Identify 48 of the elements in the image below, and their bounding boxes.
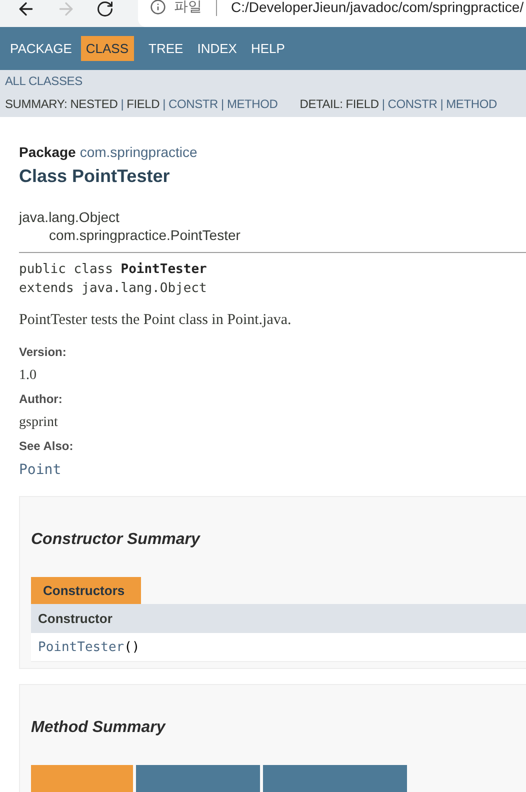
- nav-tab[interactable]: PACKAGE: [5, 36, 77, 61]
- nav-label: NESTED: [70, 97, 118, 111]
- separator: |: [440, 97, 444, 111]
- package-link[interactable]: com.springpractice: [80, 144, 198, 160]
- extends-clause: extends java.lang.Object: [19, 280, 208, 298]
- table-tab[interactable]: [263, 765, 407, 792]
- table-tab[interactable]: Constructors: [31, 577, 141, 604]
- nav-link[interactable]: CONSTR: [168, 97, 218, 111]
- scheme-label: 파일: [174, 0, 202, 16]
- see-also-link[interactable]: Point: [19, 462, 526, 478]
- all-classes-link[interactable]: ALL CLASSES: [5, 74, 521, 88]
- nav-label: SUMMARY:: [5, 97, 68, 111]
- nav-link[interactable]: METHOD: [446, 97, 497, 111]
- separator: |: [221, 97, 224, 111]
- reload-button[interactable]: [96, 0, 114, 18]
- address-bar[interactable]: 파일 C:/DeveloperJieun/javadoc/com/springpractice/: [138, 0, 526, 27]
- nav-label: DETAIL:: [300, 97, 343, 111]
- nav-link[interactable]: CONSTR: [388, 97, 438, 111]
- column-header: Constructor: [31, 604, 526, 633]
- table-tab[interactable]: [136, 765, 260, 792]
- table-tab[interactable]: [31, 765, 133, 792]
- nav-tab[interactable]: TREE: [144, 36, 188, 61]
- separator: |: [120, 97, 124, 111]
- class-description: PointTester tests the Point class in Point.java.: [19, 312, 292, 329]
- class-title: Class PointTester: [19, 166, 171, 187]
- constructor-link[interactable]: PointTester: [38, 640, 124, 655]
- table-cell: PointTester(): [31, 633, 526, 662]
- nav-label: FIELD: [126, 97, 160, 111]
- tag-value: 1.0: [19, 368, 38, 384]
- nav-tab[interactable]: INDEX: [192, 36, 242, 61]
- nav-tab[interactable]: HELP: [246, 36, 290, 61]
- tag-label: Version:: [19, 345, 68, 359]
- tag-value: gsprint: [19, 415, 59, 431]
- url-text: C:/DeveloperJieun/javadoc/com/springpractice/: [231, 0, 524, 15]
- inheritance-item: java.lang.Object: [19, 208, 120, 226]
- section-title: Method Summary: [31, 719, 167, 737]
- class-signature: public class PointTester: [19, 261, 208, 279]
- package-label: Package: [19, 144, 76, 160]
- nav-tab[interactable]: CLASS: [80, 36, 134, 61]
- separator: |: [162, 97, 166, 111]
- tag-label: See Also:: [19, 439, 74, 453]
- section-title: Constructor Summary: [31, 531, 202, 549]
- info-icon[interactable]: [150, 0, 166, 15]
- nav-link[interactable]: METHOD: [226, 97, 278, 111]
- separator: |: [382, 97, 385, 111]
- inheritance-item: com.springpractice.PointTester: [48, 226, 242, 244]
- nav-label: FIELD: [346, 97, 379, 111]
- tag-label: Author:: [19, 392, 64, 406]
